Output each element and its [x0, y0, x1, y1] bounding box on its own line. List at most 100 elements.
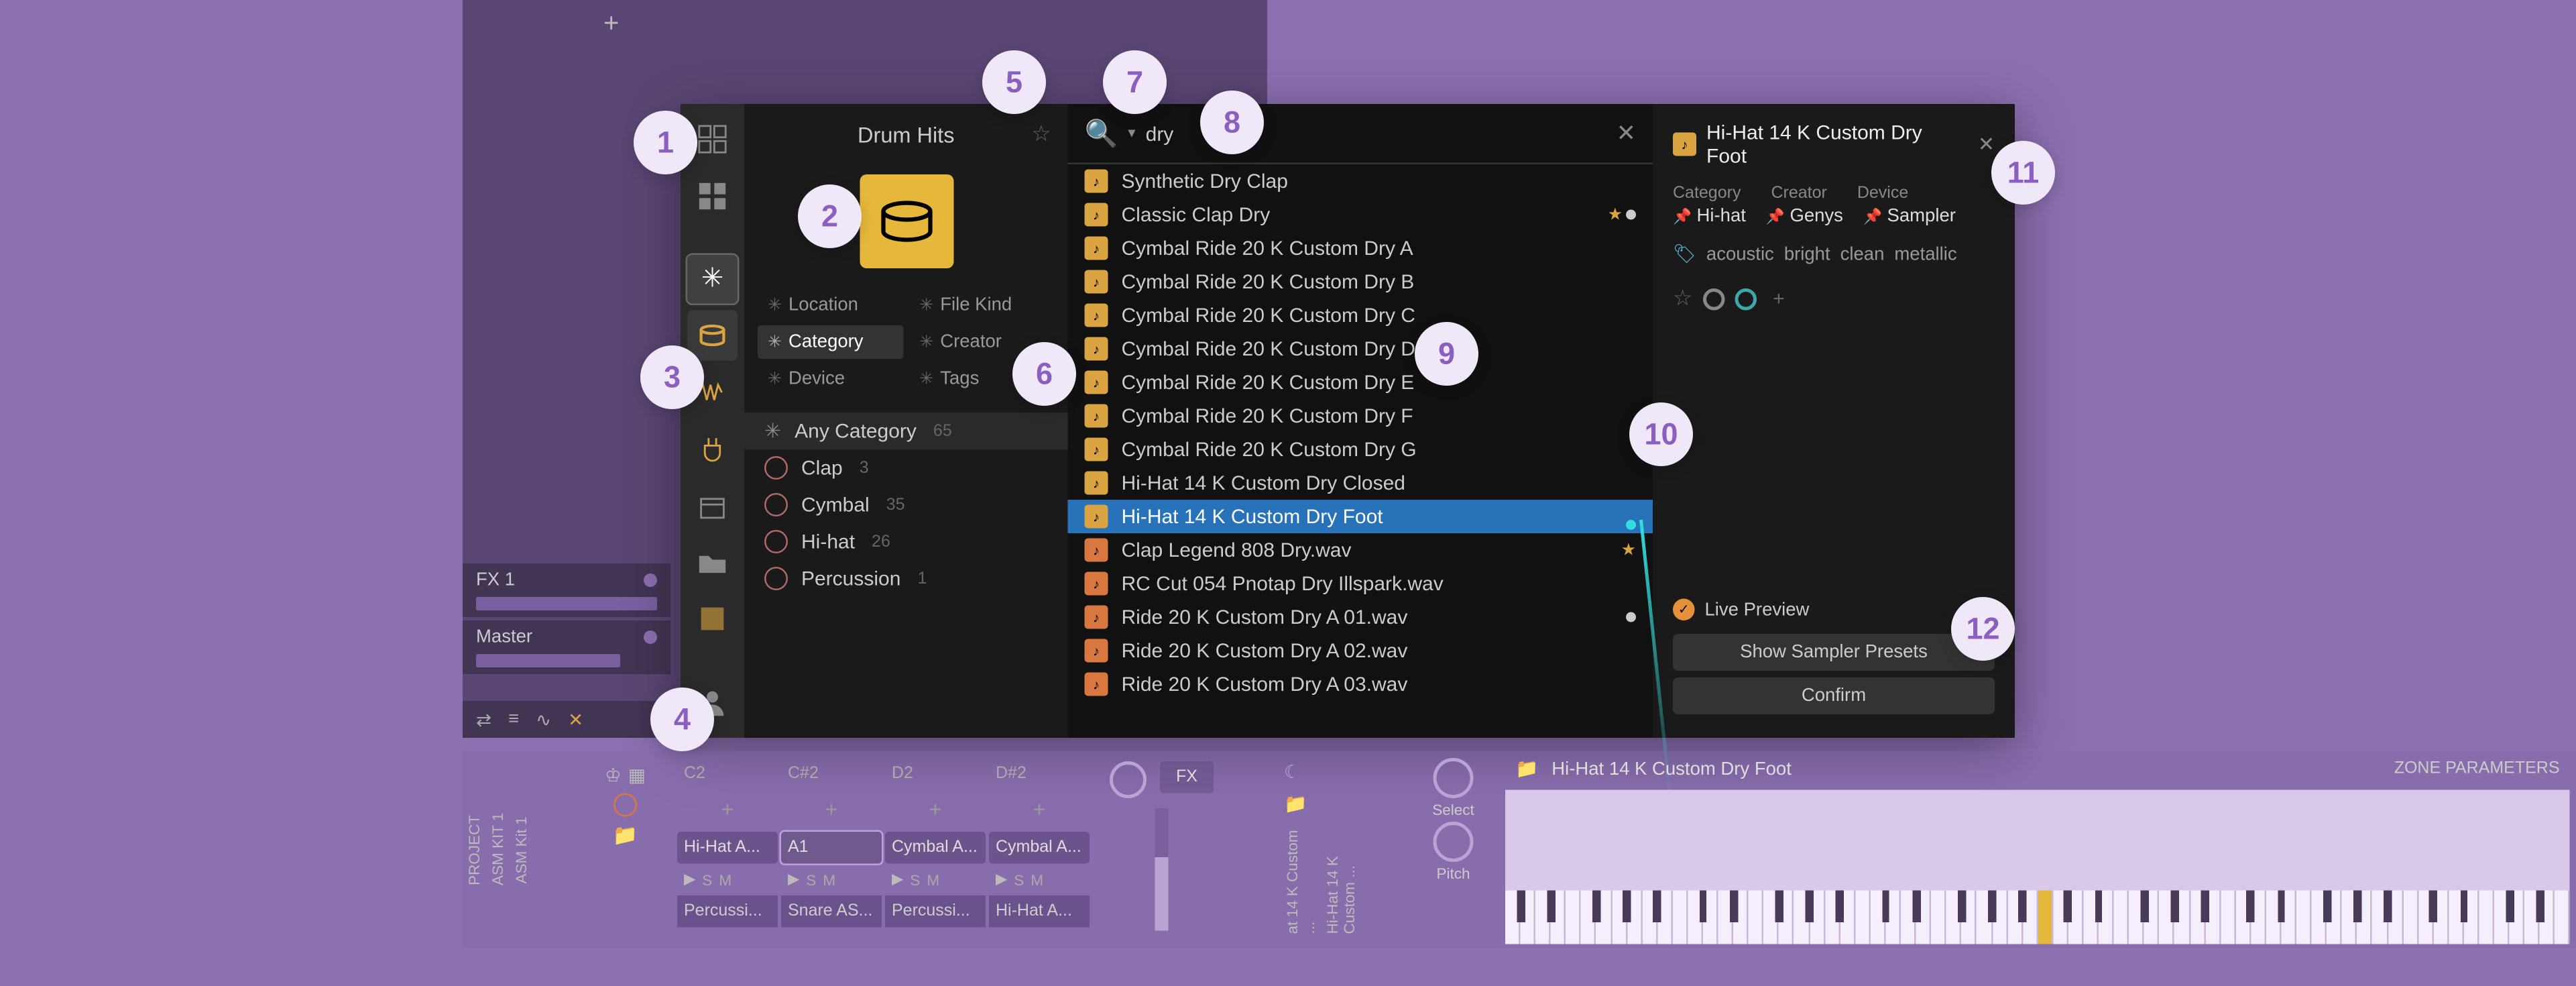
- piano-key[interactable]: [1703, 891, 1718, 944]
- solo-button[interactable]: S: [1014, 871, 1024, 888]
- drum-icon[interactable]: [687, 311, 738, 361]
- folder-icon[interactable]: [687, 538, 738, 588]
- category-any[interactable]: ✳ Any Category 65: [744, 413, 1068, 449]
- track-fx1[interactable]: FX 1: [463, 563, 670, 617]
- pad-add-button[interactable]: +: [677, 790, 778, 829]
- piano-key[interactable]: [2023, 891, 2038, 944]
- track-master[interactable]: Master: [463, 620, 670, 674]
- automation-icon[interactable]: ∿: [536, 708, 551, 730]
- piano-key[interactable]: [1673, 891, 1688, 944]
- result-item[interactable]: ♪Ride 20 K Custom Dry A 02.wav: [1068, 634, 1653, 667]
- close-icon[interactable]: ✕: [568, 708, 583, 730]
- piano-key[interactable]: [1657, 891, 1673, 944]
- play-icon[interactable]: ▶: [684, 871, 695, 889]
- piano-key[interactable]: [2510, 891, 2525, 944]
- piano-key[interactable]: [2433, 891, 2449, 944]
- folder-icon[interactable]: 📁: [1515, 758, 1538, 780]
- show-presets-button[interactable]: Show Sampler Presets: [1673, 634, 1995, 671]
- volume-meter[interactable]: [1155, 808, 1169, 931]
- piano-key[interactable]: [2038, 891, 2053, 944]
- piano-key[interactable]: [1840, 891, 1855, 944]
- piano-key[interactable]: [1855, 891, 1871, 944]
- chevron-down-icon[interactable]: ▾: [1128, 124, 1135, 143]
- package-icon[interactable]: [687, 481, 738, 531]
- result-item[interactable]: ♪Clap Legend 808 Dry.wav★: [1068, 533, 1653, 567]
- result-item[interactable]: ♪Cymbal Ride 20 K Custom Dry D: [1068, 332, 1653, 366]
- knob[interactable]: [1109, 761, 1146, 798]
- confirm-button[interactable]: Confirm: [1673, 677, 1995, 714]
- piano-key[interactable]: [2479, 891, 2495, 944]
- pad-group[interactable]: Percussi...: [885, 895, 986, 928]
- result-item[interactable]: ♪Hi-Hat 14 K Custom Dry Foot: [1068, 500, 1653, 533]
- piano-key[interactable]: [2175, 891, 2190, 944]
- pad-name[interactable]: Hi-Hat A...: [677, 832, 778, 864]
- solo-button[interactable]: S: [702, 871, 712, 888]
- fx-button[interactable]: FX: [1159, 761, 1214, 793]
- play-icon[interactable]: ▶: [788, 871, 799, 889]
- pad-name[interactable]: A1: [781, 832, 882, 864]
- play-icon[interactable]: ▶: [996, 871, 1007, 889]
- piano-key[interactable]: [1992, 891, 2007, 944]
- tag[interactable]: metallic: [1894, 244, 1956, 264]
- pad-name[interactable]: Cymbal A...: [989, 832, 1090, 864]
- piano-key[interactable]: [1749, 891, 1764, 944]
- result-item[interactable]: ♪Cymbal Ride 20 K Custom Dry C: [1068, 298, 1653, 332]
- color-swatch[interactable]: [1735, 288, 1757, 310]
- filter-location[interactable]: ✳Location: [758, 288, 902, 322]
- piano-key[interactable]: [2144, 891, 2160, 944]
- result-item[interactable]: ♪Cymbal Ride 20 K Custom Dry B: [1068, 265, 1653, 298]
- piano-key[interactable]: [2114, 891, 2129, 944]
- add-color-icon[interactable]: +: [1773, 287, 1785, 311]
- select-knob[interactable]: [1433, 758, 1474, 798]
- piano-key[interactable]: [1810, 891, 1825, 944]
- vlabel-project[interactable]: PROJECT: [463, 751, 486, 948]
- vlabel-kit[interactable]: ASM KIT 1: [486, 751, 510, 948]
- favorite-toggle[interactable]: ☆: [1673, 285, 1692, 312]
- piano-key[interactable]: [2357, 891, 2373, 944]
- pitch-knob[interactable]: [1433, 822, 1474, 862]
- plug-icon[interactable]: [687, 424, 738, 474]
- piano-key[interactable]: [2099, 891, 2114, 944]
- mute-button[interactable]: M: [1031, 871, 1043, 888]
- moon-icon[interactable]: ☾: [1281, 758, 1401, 787]
- result-item[interactable]: ♪Cymbal Ride 20 K Custom Dry E: [1068, 366, 1653, 399]
- piano-key[interactable]: [2327, 891, 2343, 944]
- vlabel-kit2[interactable]: ASM Kit 1: [510, 751, 533, 948]
- solo-button[interactable]: S: [910, 871, 920, 888]
- piano-key[interactable]: [1916, 891, 1932, 944]
- piano-key[interactable]: [1962, 891, 1977, 944]
- mute-button[interactable]: M: [719, 871, 731, 888]
- piano-key[interactable]: [1733, 891, 1749, 944]
- live-preview-toggle[interactable]: ✓ Live Preview: [1673, 599, 1995, 621]
- category-cymbal[interactable]: Cymbal35: [744, 486, 1068, 523]
- collection-icon[interactable]: [687, 594, 738, 645]
- result-item[interactable]: ♪Cymbal Ride 20 K Custom Dry G: [1068, 433, 1653, 466]
- piano-key[interactable]: [2281, 891, 2296, 944]
- piano-key[interactable]: [1566, 891, 1582, 944]
- pad-name[interactable]: Cymbal A...: [885, 832, 986, 864]
- piano-key[interactable]: [1779, 891, 1795, 944]
- category-hihat[interactable]: Hi-hat26: [744, 523, 1068, 560]
- mute-button[interactable]: M: [927, 871, 939, 888]
- piano-key[interactable]: [2464, 891, 2479, 944]
- category-clap[interactable]: Clap3: [744, 449, 1068, 486]
- category-percussion[interactable]: Percussion1: [744, 560, 1068, 597]
- piano-key[interactable]: [2205, 891, 2221, 944]
- pad-group[interactable]: Hi-Hat A...: [989, 895, 1090, 928]
- favorite-icon[interactable]: ☆: [1031, 121, 1051, 148]
- result-item[interactable]: ♪RC Cut 054 Pnotap Dry Illspark.wav: [1068, 567, 1653, 600]
- piano-key[interactable]: [1885, 891, 1901, 944]
- pad-group[interactable]: Percussi...: [677, 895, 778, 928]
- piano-key[interactable]: [1596, 891, 1612, 944]
- pad-add-button[interactable]: +: [781, 790, 882, 829]
- piano-key[interactable]: [2555, 891, 2571, 944]
- mute-button[interactable]: M: [823, 871, 835, 888]
- folder-icon[interactable]: 📁: [613, 824, 638, 847]
- result-item[interactable]: ♪Classic Clap Dry★: [1068, 198, 1653, 231]
- result-item[interactable]: ♪Cymbal Ride 20 K Custom Dry F: [1068, 399, 1653, 433]
- result-item[interactable]: ♪Cymbal Ride 20 K Custom Dry A: [1068, 231, 1653, 265]
- folder-icon[interactable]: 📁: [1281, 790, 1401, 819]
- pad-add-button[interactable]: +: [989, 790, 1090, 829]
- filter-category[interactable]: ✳Category: [758, 325, 902, 359]
- result-item[interactable]: ♪Ride 20 K Custom Dry A 01.wav: [1068, 600, 1653, 634]
